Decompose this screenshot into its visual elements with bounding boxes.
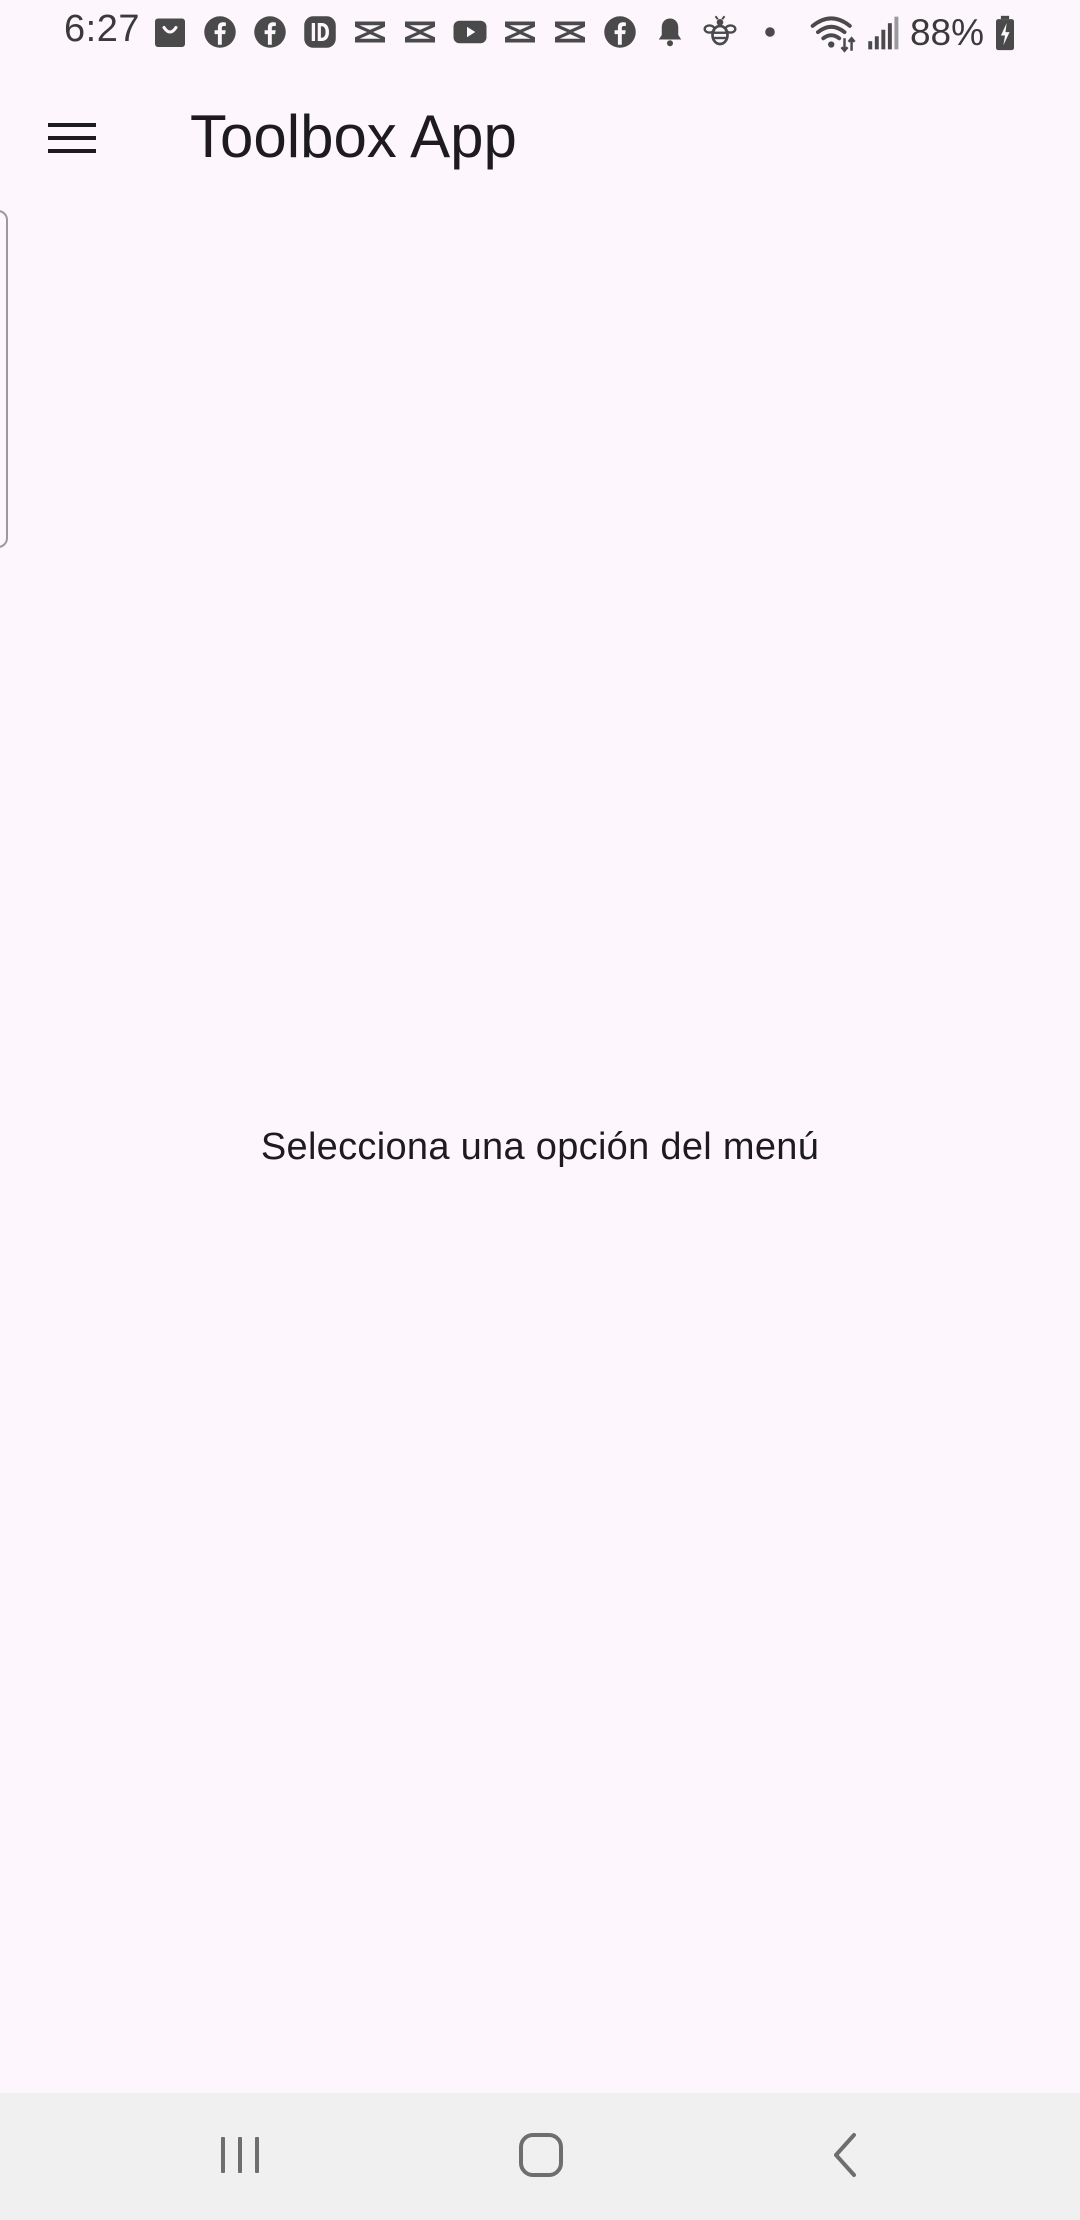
battery-percent: 88% xyxy=(909,12,984,53)
home-button[interactable] xyxy=(491,2115,591,2195)
status-bar: 6:27 88% xyxy=(0,0,1080,68)
drawer-edge-handle[interactable] xyxy=(0,210,8,548)
capcut-icon xyxy=(405,21,435,43)
bell-icon xyxy=(658,18,682,47)
back-button[interactable] xyxy=(795,2115,895,2195)
signal-icon xyxy=(868,16,899,50)
facebook-icon xyxy=(254,16,286,48)
app-title: Toolbox App xyxy=(190,103,517,170)
facebook-icon xyxy=(604,16,636,48)
capcut-icon xyxy=(355,21,385,43)
back-icon xyxy=(834,2133,856,2177)
more-dot-icon xyxy=(765,27,775,37)
status-time: 6:27 xyxy=(64,8,140,50)
battery-charging-icon xyxy=(996,15,1014,51)
shopping-bag-icon xyxy=(155,18,185,47)
wifi-icon xyxy=(810,16,856,53)
facebook-icon xyxy=(204,16,236,48)
system-status: 88% xyxy=(810,8,1016,58)
system-nav-bar xyxy=(0,2093,1080,2220)
hamburger-menu-icon xyxy=(48,123,96,153)
notification-icons xyxy=(152,14,788,50)
recents-button[interactable] xyxy=(190,2115,290,2195)
bee-icon xyxy=(703,15,737,46)
home-icon xyxy=(519,2133,563,2177)
capcut-icon xyxy=(555,21,585,43)
empty-state-message: Selecciona una opción del menú xyxy=(260,1126,820,1168)
capcut-icon xyxy=(505,21,535,43)
app-bar: Toolbox App xyxy=(0,68,1080,208)
menu-button[interactable] xyxy=(24,90,120,186)
youtube-icon xyxy=(453,20,487,44)
recents-icon xyxy=(221,2137,259,2173)
id-app-icon xyxy=(304,16,336,48)
